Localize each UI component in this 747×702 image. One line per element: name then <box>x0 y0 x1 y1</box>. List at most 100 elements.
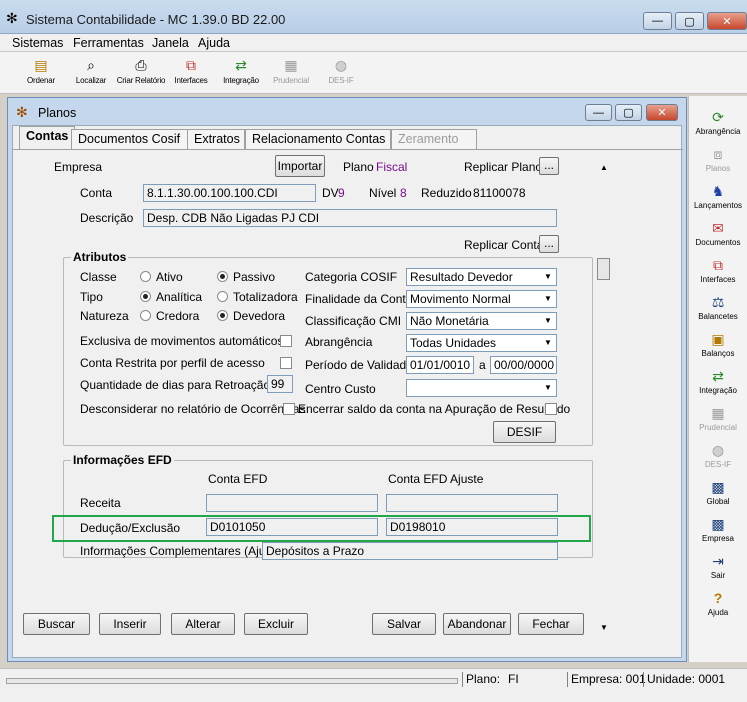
natureza-credora-radio[interactable] <box>140 310 151 321</box>
empresa-label: Empresa <box>54 160 103 174</box>
tab-zeramento[interactable]: Zeramento <box>391 129 477 149</box>
natureza-label: Natureza <box>80 309 129 323</box>
tab-documentos-cosif[interactable]: Documentos Cosif <box>71 129 188 149</box>
receita-conta-field[interactable] <box>206 494 378 512</box>
reduzido-label: Reduzido <box>421 186 472 200</box>
status-empresa: Empresa: 001 <box>567 672 646 687</box>
integration-icon: ⇄ <box>235 57 247 73</box>
desif-button[interactable]: DESIF <box>493 421 556 443</box>
dv-label: DV <box>322 186 339 200</box>
lancamentos-button[interactable]: ♞ Lançamentos <box>689 182 747 210</box>
finalidade-select[interactable]: Movimento Normal ▼ <box>406 290 557 308</box>
scroll-thumb[interactable] <box>597 258 610 280</box>
minimize-button[interactable]: — <box>643 12 672 30</box>
des-if-side-button[interactable]: ◍ DES-IF <box>689 441 747 469</box>
menu-sistemas[interactable]: Sistemas <box>12 36 63 50</box>
tipo-analitica-label: Analítica <box>156 290 203 304</box>
vertical-scrollbar[interactable]: ▲ ▼ <box>596 163 613 633</box>
prudencial-icon: ▦ <box>284 57 298 73</box>
restrita-checkbox[interactable] <box>280 357 292 369</box>
interfaces-icon: ⧉ <box>713 257 723 273</box>
tree-icon: ⧈ <box>713 146 723 162</box>
planos-close-button[interactable]: ✕ <box>646 104 678 121</box>
tab-relacionamento-contas[interactable]: Relacionamento Contas <box>245 129 391 149</box>
tipo-totalizadora-radio[interactable] <box>217 291 228 302</box>
efd-ajuste-header: Conta EFD Ajuste <box>388 472 484 486</box>
descricao-field[interactable]: Desp. CDB Não Ligadas PJ CDI <box>143 209 557 227</box>
centro-custo-select[interactable]: ▼ <box>406 379 557 397</box>
encerrar-checkbox[interactable] <box>545 403 557 415</box>
des-if-side-label: DES-IF <box>704 460 732 469</box>
importar-button[interactable]: Importar <box>275 155 325 177</box>
salvar-button[interactable]: Salvar <box>372 613 436 635</box>
planos-body: Contas Documentos Cosif Extratos Relacio… <box>12 125 683 658</box>
status-unidade: Unidade: 0001 <box>643 672 725 687</box>
documentos-button[interactable]: ✉ Documentos <box>689 219 747 247</box>
status-progress <box>6 678 458 684</box>
interfaces-side-button[interactable]: ⧉ Interfaces <box>689 256 747 284</box>
classificacao-select[interactable]: Não Monetária ▼ <box>406 312 557 330</box>
retroacao-field[interactable]: 99 <box>267 375 293 393</box>
balancetes-button[interactable]: ⚖ Balancetes <box>689 293 747 321</box>
retroacao-label: Quantidade de dias para Retroação <box>80 378 271 392</box>
prudencial-side-label: Prudencial <box>699 423 737 432</box>
balancos-button[interactable]: ▣ Balanços <box>689 330 747 358</box>
encerrar-label: Encerrar saldo da conta na Apuração de R… <box>298 402 571 416</box>
close-button[interactable]: ✕ <box>707 12 747 30</box>
fechar-button[interactable]: Fechar <box>518 613 584 635</box>
validade-to-field[interactable]: 00/00/0000 <box>490 356 557 374</box>
excluir-button[interactable]: Excluir <box>244 613 308 635</box>
planos-minimize-button[interactable]: — <box>585 104 612 121</box>
exclusiva-checkbox[interactable] <box>280 335 292 347</box>
global-button[interactable]: ▩ Global <box>689 478 747 506</box>
tipo-analitica-radio[interactable] <box>140 291 151 302</box>
complementares-field[interactable]: Depósitos a Prazo <box>262 542 558 560</box>
menu-janela[interactable]: Janela <box>152 36 189 50</box>
ajuda-button[interactable]: ? Ajuda <box>689 589 747 617</box>
validade-from-field[interactable]: 01/01/0010 <box>406 356 474 374</box>
classe-ativo-label: Ativo <box>156 270 183 284</box>
abandonar-button[interactable]: Abandonar <box>443 613 511 635</box>
scroll-down-icon[interactable]: ▼ <box>600 623 608 632</box>
prudencial-side-button[interactable]: ▦ Prudencial <box>689 404 747 432</box>
replicar-conta-button[interactable]: ... <box>539 235 559 253</box>
classe-passivo-radio[interactable] <box>217 271 228 282</box>
chevron-down-icon: ▼ <box>544 294 552 303</box>
abrangencia-select[interactable]: Todas Unidades ▼ <box>406 334 557 352</box>
classificacao-label: Classificação CMI <box>305 314 402 328</box>
nivel-label: Nível <box>369 186 397 200</box>
natureza-credora-label: Credora <box>156 309 200 323</box>
natureza-devedora-radio[interactable] <box>217 310 228 321</box>
menu-ferramentas[interactable]: Ferramentas <box>73 36 144 50</box>
inserir-button[interactable]: Inserir <box>99 613 161 635</box>
alterar-button[interactable]: Alterar <box>171 613 235 635</box>
integration-icon: ⇄ <box>712 368 724 384</box>
tab-extratos[interactable]: Extratos <box>187 129 245 149</box>
abrangencia-value: Todas Unidades <box>410 336 497 350</box>
receita-ajuste-field[interactable] <box>386 494 558 512</box>
planos-button[interactable]: ⧈ Planos <box>689 145 747 173</box>
sair-button[interactable]: ⇥ Sair <box>689 552 747 580</box>
categoria-select[interactable]: Resultado Devedor ▼ <box>406 268 557 286</box>
replicar-plano-button[interactable]: ... <box>539 157 559 175</box>
classe-passivo-label: Passivo <box>233 270 276 284</box>
conta-field[interactable]: 8.1.1.30.00.100.100.CDI <box>143 184 316 202</box>
integracao-side-button[interactable]: ⇄ Integração <box>689 367 747 395</box>
right-panel: ⟳ Abrangência ⧈ Planos ♞ Lançamentos ✉ D… <box>688 96 747 662</box>
empresa-button[interactable]: ▩ Empresa <box>689 515 747 543</box>
buscar-button[interactable]: Buscar <box>23 613 90 635</box>
natureza-devedora-label: Devedora <box>233 309 286 323</box>
menu-ajuda[interactable]: Ajuda <box>198 36 230 50</box>
desconsiderar-checkbox[interactable] <box>283 403 295 415</box>
des-if-button[interactable]: ◍ DES-IF <box>312 56 370 92</box>
sair-label: Sair <box>710 571 726 580</box>
complementares-label: Informações Complementares (Ajuste) <box>80 544 286 558</box>
scroll-up-icon[interactable]: ▲ <box>600 163 608 172</box>
classe-ativo-radio[interactable] <box>140 271 151 282</box>
abrangencia-button[interactable]: ⟳ Abrangência <box>689 108 747 136</box>
planos-maximize-button[interactable]: ▢ <box>615 104 642 121</box>
tab-contas[interactable]: Contas <box>19 126 76 150</box>
categoria-value: Resultado Devedor <box>410 270 513 284</box>
chevron-down-icon: ▼ <box>544 272 552 281</box>
maximize-button[interactable]: ▢ <box>675 12 704 30</box>
